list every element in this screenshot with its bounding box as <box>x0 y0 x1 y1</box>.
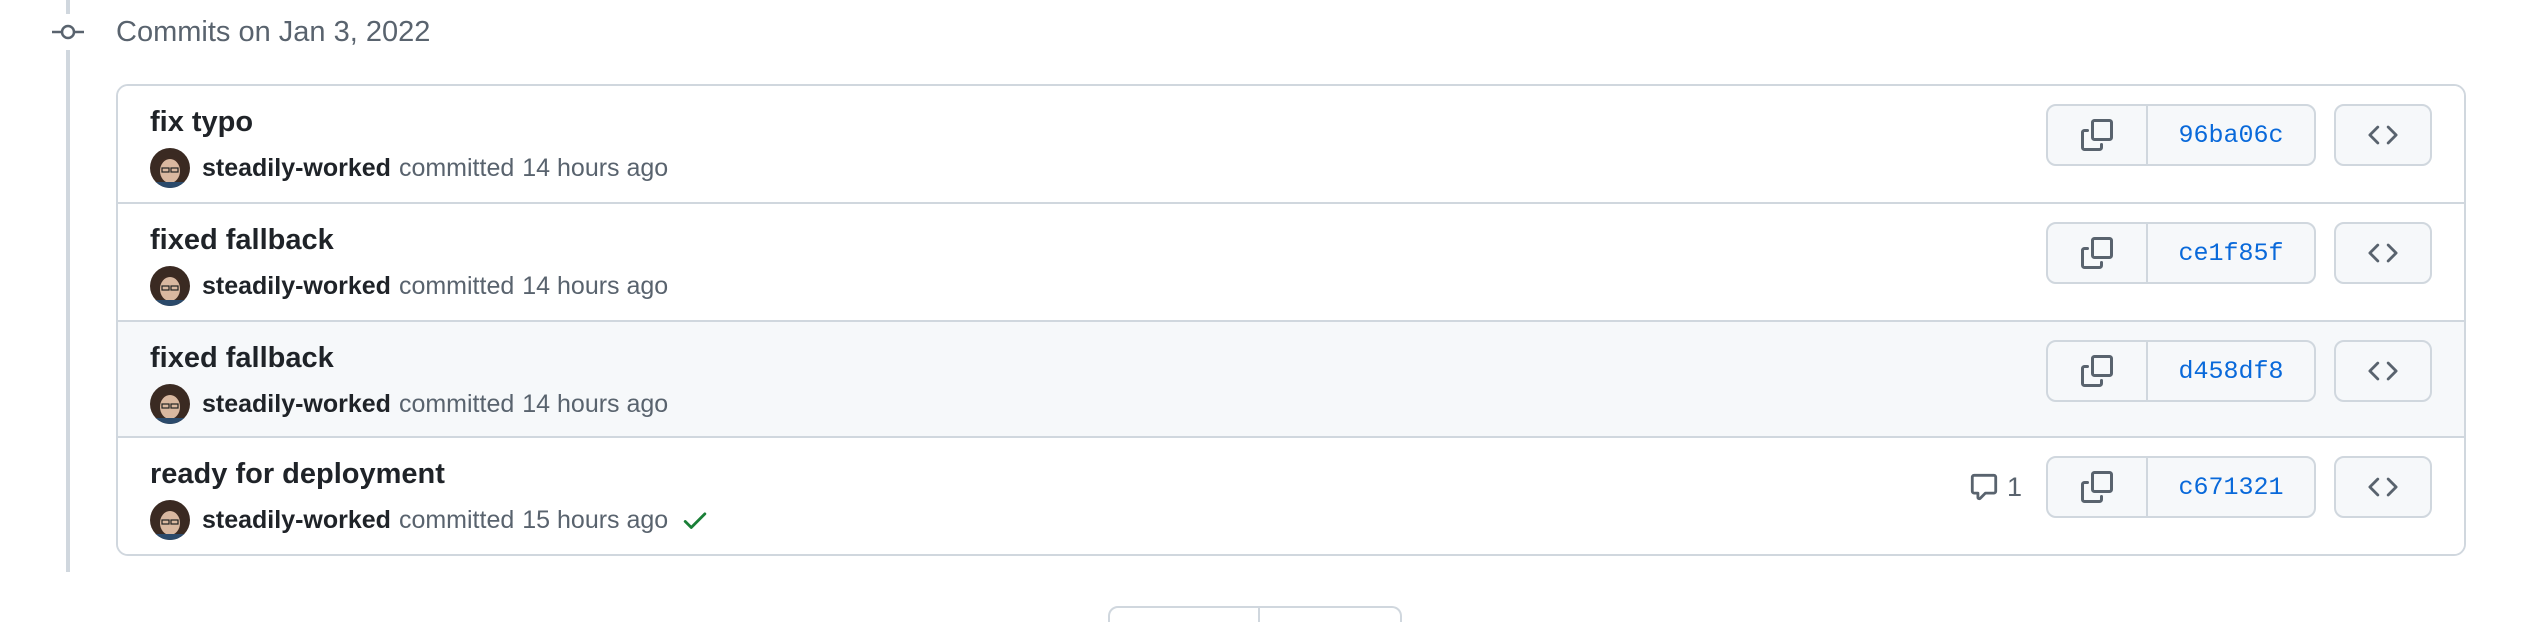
commit-meta: steadily-worked committed 15 hours ago <box>150 498 710 542</box>
copy-sha-button[interactable] <box>2048 224 2148 282</box>
commit-meta: steadily-worked committed 14 hours ago <box>150 146 668 190</box>
copy-icon <box>2081 355 2113 387</box>
code-icon <box>2368 361 2398 381</box>
commit-time[interactable]: 14 hours ago <box>522 154 668 183</box>
sha-button-group: ce1f85f <box>2046 222 2316 284</box>
commit-history-page: Commits on Jan 3, 2022 fix typo steadily… <box>0 0 2536 622</box>
pagination-newer-button[interactable] <box>1108 606 1260 622</box>
code-icon <box>2368 243 2398 263</box>
commit-time[interactable]: 14 hours ago <box>522 390 668 419</box>
commit-time[interactable]: 15 hours ago <box>522 506 668 535</box>
commit-actions: 1 c671321 <box>1969 456 2432 518</box>
timeline-line <box>66 0 70 572</box>
committed-label: committed <box>398 505 515 534</box>
commit-actions: ce1f85f <box>2046 222 2432 284</box>
commit-group-date: Commits on Jan 3, 2022 <box>116 16 431 48</box>
commit-row: fixed fallback steadily-worked committed… <box>118 322 2464 438</box>
browse-repo-button[interactable] <box>2334 456 2432 518</box>
comment-icon <box>1970 473 1998 501</box>
copy-sha-button[interactable] <box>2048 342 2148 400</box>
commit-time[interactable]: 14 hours ago <box>522 272 668 301</box>
sha-button-group: 96ba06c <box>2046 104 2316 166</box>
avatar[interactable] <box>150 266 190 306</box>
sha-button-group: c671321 <box>2046 456 2316 518</box>
copy-sha-button[interactable] <box>2048 106 2148 164</box>
comment-count-link[interactable]: 1 <box>1969 472 2022 503</box>
sha-button-group: d458df8 <box>2046 340 2316 402</box>
pagination <box>1108 606 1402 622</box>
copy-icon <box>2081 237 2113 269</box>
commit-title-link[interactable]: fixed fallback <box>150 340 334 376</box>
git-commit-icon <box>48 14 88 50</box>
copy-icon <box>2081 119 2113 151</box>
commit-title-link[interactable]: fix typo <box>150 104 253 140</box>
commit-author-link[interactable]: steadily-worked <box>202 390 391 419</box>
copy-icon <box>2081 471 2113 503</box>
commit-row: fixed fallback steadily-worked committed… <box>118 204 2464 322</box>
copy-sha-button[interactable] <box>2048 458 2148 516</box>
comment-count: 1 <box>2006 471 2022 502</box>
browse-repo-button[interactable] <box>2334 104 2432 166</box>
pagination-older-button[interactable] <box>1260 606 1402 622</box>
commit-sha-link[interactable]: c671321 <box>2148 458 2314 516</box>
browse-repo-button[interactable] <box>2334 222 2432 284</box>
commit-title-link[interactable]: fixed fallback <box>150 222 334 258</box>
avatar[interactable] <box>150 148 190 188</box>
committed-label: committed <box>398 153 515 182</box>
commit-actions: d458df8 <box>2046 340 2432 402</box>
commit-row: ready for deployment steadily-worked com… <box>118 438 2464 554</box>
commit-list: fix typo steadily-worked committed 14 ho… <box>116 84 2466 556</box>
commit-meta: steadily-worked committed 14 hours ago <box>150 264 668 308</box>
commit-author-link[interactable]: steadily-worked <box>202 154 391 183</box>
commit-actions: 96ba06c <box>2046 104 2432 166</box>
commit-row: fix typo steadily-worked committed 14 ho… <box>118 86 2464 204</box>
avatar[interactable] <box>150 384 190 424</box>
code-icon <box>2368 477 2398 497</box>
avatar[interactable] <box>150 500 190 540</box>
commit-sha-link[interactable]: ce1f85f <box>2148 224 2314 282</box>
commit-sha-link[interactable]: d458df8 <box>2148 342 2314 400</box>
committed-label: committed <box>398 271 515 300</box>
commit-title-link[interactable]: ready for deployment <box>150 456 445 492</box>
check-icon[interactable] <box>680 505 710 535</box>
commit-author-link[interactable]: steadily-worked <box>202 272 391 301</box>
commit-sha-link[interactable]: 96ba06c <box>2148 106 2314 164</box>
code-icon <box>2368 125 2398 145</box>
commit-author-link[interactable]: steadily-worked <box>202 506 391 535</box>
commit-meta: steadily-worked committed 14 hours ago <box>150 382 668 426</box>
browse-repo-button[interactable] <box>2334 340 2432 402</box>
committed-label: committed <box>398 389 515 418</box>
